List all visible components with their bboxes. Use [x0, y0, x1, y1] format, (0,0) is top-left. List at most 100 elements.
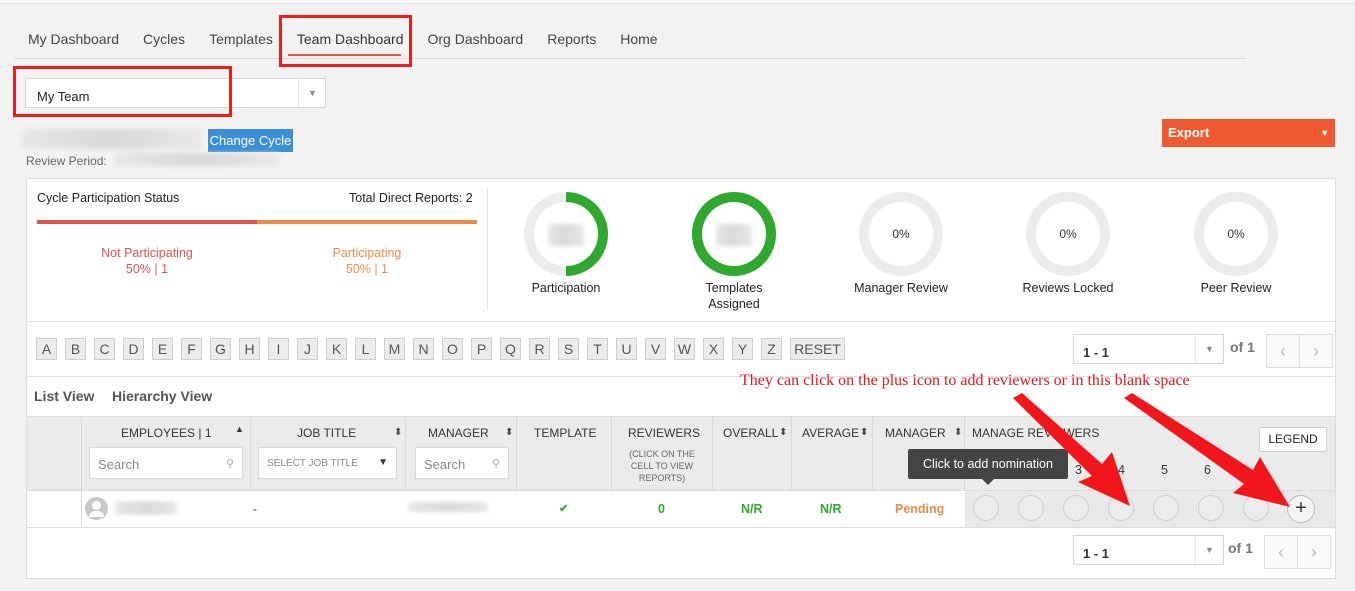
letter-filter-w[interactable]: W [674, 338, 695, 360]
manager-name-redacted [408, 502, 488, 512]
chevron-down-icon[interactable]: ▼ [1195, 335, 1223, 363]
letter-filter-l[interactable]: L [355, 338, 376, 360]
column-header-manager-status[interactable]: MANAGER [885, 426, 946, 440]
manager-search-input[interactable]: Search ⚲ [415, 447, 509, 479]
reviewers-cell[interactable]: 0 [658, 502, 665, 516]
reviewer-slot[interactable] [1108, 495, 1134, 521]
tab-hierarchy-view[interactable]: Hierarchy View [112, 388, 212, 404]
letter-filter-a[interactable]: A [36, 338, 57, 360]
not-participating-stat[interactable]: Not Participating 50% | 1 [72, 245, 222, 277]
letter-filter-u[interactable]: U [616, 338, 637, 360]
header-overall-label: OVERALL [723, 426, 779, 440]
letter-filter-y[interactable]: Y [732, 338, 753, 360]
letter-filter-h[interactable]: H [239, 338, 260, 360]
tab-org-dashboard[interactable]: Org Dashboard [428, 30, 524, 58]
tab-templates[interactable]: Templates [209, 30, 273, 58]
next-page-button-bottom[interactable]: › [1297, 535, 1331, 569]
chevron-down-icon[interactable]: ▼ [298, 78, 326, 108]
reviewer-slot[interactable] [1198, 495, 1224, 521]
annotation-text: They can click on the plus icon to add r… [740, 372, 1190, 389]
page-count: of 1 [1230, 339, 1255, 355]
sort-icon[interactable]: ⬍ [954, 427, 962, 438]
add-reviewer-plus-icon[interactable]: + [1287, 495, 1315, 523]
column-header-employees[interactable]: EMPLOYEES | 1 [121, 426, 212, 440]
letter-filter-b[interactable]: B [65, 338, 86, 360]
stat-donut-value: 0% [1204, 202, 1268, 266]
sort-up-icon[interactable]: ▲ [235, 424, 244, 434]
letter-filter-m[interactable]: M [384, 338, 405, 360]
stat-donut [692, 192, 776, 276]
participating-stat[interactable]: Participating 50% | 1 [292, 245, 442, 277]
sort-icon[interactable]: ⬍ [394, 427, 402, 438]
reviewer-slot[interactable] [1153, 495, 1179, 521]
letter-filter-p[interactable]: P [471, 338, 492, 360]
prev-page-button[interactable]: ‹ [1266, 334, 1300, 368]
stat-donut-value [534, 202, 598, 266]
reset-filter-button[interactable]: RESET [790, 338, 845, 360]
tab-my-dashboard[interactable]: My Dashboard [28, 30, 119, 58]
letter-filter-r[interactable]: R [529, 338, 550, 360]
employee-name-redacted[interactable] [115, 501, 177, 515]
column-header-overall[interactable]: OVERALL [723, 426, 778, 440]
header-job-title-label: JOB TITLE [297, 426, 357, 440]
participation-status-title: Cycle Participation Status [37, 191, 180, 205]
panel-divider [27, 321, 1335, 322]
participating-bar [257, 220, 477, 224]
sort-icon[interactable]: ⬍ [505, 427, 513, 438]
reviewer-slot[interactable] [1063, 495, 1089, 521]
not-participating-value: 50% | 1 [125, 262, 169, 276]
column-header-manager[interactable]: MANAGER [428, 426, 489, 440]
change-cycle-button[interactable]: Change Cycle [208, 129, 293, 152]
slot-number: 5 [1161, 463, 1168, 477]
not-participating-bar [37, 220, 257, 224]
legend-button[interactable]: LEGEND [1259, 427, 1327, 452]
slot-number: 3 [1075, 463, 1082, 477]
stat-label: Manager Review [854, 281, 948, 295]
letter-filter-n[interactable]: N [413, 338, 434, 360]
manager-search-placeholder: Search [424, 457, 466, 472]
letter-filter-s[interactable]: S [558, 338, 579, 360]
export-button[interactable]: Export ▼ [1162, 119, 1335, 147]
top-border [0, 0, 1355, 4]
letter-filter-k[interactable]: K [326, 338, 347, 360]
participating-value: 50% | 1 [345, 262, 389, 276]
tab-cycles[interactable]: Cycles [143, 30, 185, 58]
participating-label: Participating [332, 246, 402, 260]
stat-donut [524, 192, 608, 276]
letter-filter-d[interactable]: D [123, 338, 144, 360]
letter-filter-x[interactable]: X [703, 338, 724, 360]
column-header-job-title[interactable]: JOB TITLE [297, 426, 356, 440]
next-page-button[interactable]: › [1299, 334, 1333, 368]
header-manager-label: MANAGER [428, 426, 489, 440]
prev-page-button-bottom[interactable]: ‹ [1264, 535, 1298, 569]
letter-filter-c[interactable]: C [94, 338, 115, 360]
tab-home[interactable]: Home [620, 30, 657, 58]
column-header-average[interactable]: AVERAGE [802, 426, 859, 440]
reviewer-slot[interactable] [973, 495, 999, 521]
highlight-box-team-dashboard [279, 15, 412, 67]
letter-filter-o[interactable]: O [442, 338, 463, 360]
tab-list-view[interactable]: List View [34, 388, 94, 404]
letter-filter-j[interactable]: J [297, 338, 318, 360]
reviewer-slot[interactable] [1018, 495, 1044, 521]
letter-filter-i[interactable]: I [268, 338, 289, 360]
letter-filter-g[interactable]: G [210, 338, 231, 360]
tab-reports[interactable]: Reports [547, 30, 596, 58]
cycle-name-redacted [22, 129, 202, 149]
column-header-reviewers: REVIEWERS [628, 426, 701, 440]
chevron-down-icon[interactable]: ▼ [1195, 536, 1223, 564]
nav-divider [14, 58, 1246, 59]
search-icon: ⚲ [491, 458, 500, 470]
sort-icon[interactable]: ⬍ [779, 427, 787, 438]
stat-donut-value: 0% [869, 202, 933, 266]
job-title-select[interactable]: SELECT JOB TITLE ▼ [258, 447, 397, 479]
employee-search-input[interactable]: Search ⚲ [89, 447, 243, 479]
sort-icon[interactable]: ⬍ [860, 427, 868, 438]
letter-filter-v[interactable]: V [645, 338, 666, 360]
letter-filter-t[interactable]: T [587, 338, 608, 360]
letter-filter-e[interactable]: E [152, 338, 173, 360]
reviewer-slot[interactable] [1243, 495, 1269, 521]
letter-filter-f[interactable]: F [181, 338, 202, 360]
letter-filter-q[interactable]: Q [500, 338, 521, 360]
letter-filter-z[interactable]: Z [761, 338, 782, 360]
